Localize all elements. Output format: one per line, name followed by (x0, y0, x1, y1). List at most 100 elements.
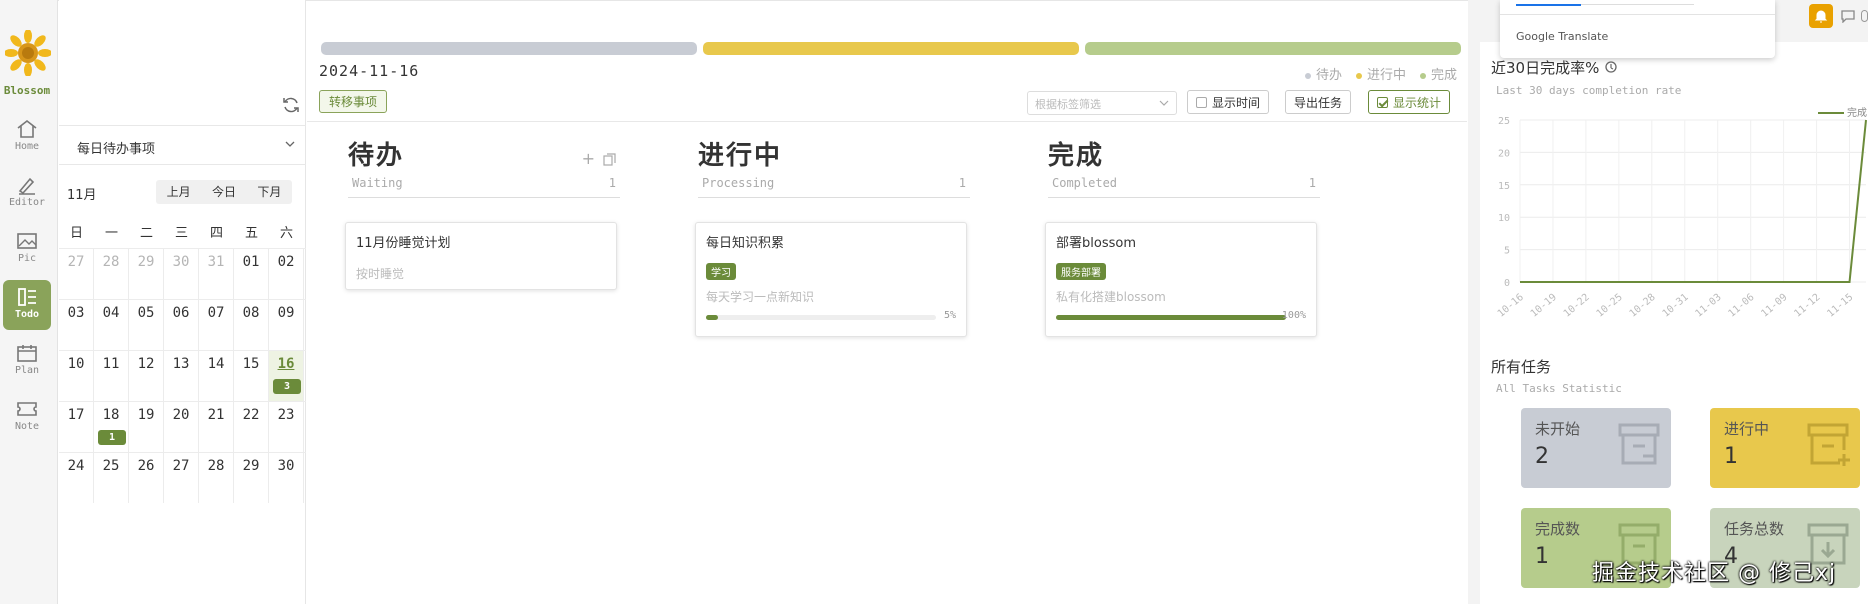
column-subtitle: Completed 1 (1048, 176, 1320, 198)
calendar-day[interactable]: 23 (269, 402, 304, 452)
column-title: 待办 (348, 141, 405, 171)
google-translate-popup[interactable]: Google Translate (1500, 0, 1775, 58)
card-tag: 学习 (706, 263, 736, 280)
progress-percent: 5% (943, 310, 956, 321)
calendar-day[interactable]: 29 (234, 453, 269, 503)
day-number: 28 (102, 254, 120, 270)
day-number: 23 (277, 407, 295, 423)
card-title: 11月份睡觉计划 (356, 236, 451, 251)
nav-editor[interactable]: Editor (3, 168, 51, 218)
task-card[interactable]: 部署blossom 服务部署 私有化搭建blossom 100% (1045, 222, 1317, 337)
progress-percent: 100% (1281, 310, 1306, 321)
status-bars (321, 42, 1461, 55)
popup-divider (1500, 14, 1775, 15)
calendar-day[interactable]: 24 (59, 453, 94, 503)
calendar-day[interactable]: 26 (129, 453, 164, 503)
x-tick-label: 10-22 (1562, 292, 1592, 320)
calendar-day[interactable]: 25 (94, 453, 129, 503)
info-icon[interactable] (1604, 60, 1618, 74)
next-month-button[interactable]: 下月 (247, 180, 292, 204)
month-toolbar: 11月 上月 今日 下月 (59, 178, 306, 206)
notification-button[interactable] (1809, 4, 1833, 28)
chart-title: 近30日完成率% (1491, 57, 1618, 78)
day-number: 21 (207, 407, 225, 423)
column-processing: 进行中 Processing 1 (698, 135, 970, 198)
day-number: 15 (242, 356, 260, 372)
calendar-day[interactable]: 17 (59, 402, 94, 452)
nav-todo[interactable]: Todo (3, 280, 51, 330)
calendar-day[interactable]: 18 1 (94, 402, 129, 452)
translate-progress (1516, 4, 1581, 6)
copy-icon[interactable] (603, 153, 616, 166)
calendar-day[interactable]: 28 (94, 249, 129, 299)
calendar-day[interactable]: 11 (94, 351, 129, 401)
day-number: 27 (172, 458, 190, 474)
task-card[interactable]: 每日知识积累 学习 每天学习一点新知识 5% (695, 222, 967, 337)
x-tick-label: 11-09 (1759, 292, 1789, 320)
task-card[interactable]: 11月份睡觉计划 按时睡觉 (345, 222, 617, 290)
checkbox-checked-icon (1377, 97, 1388, 108)
nav-home[interactable]: Home (3, 112, 51, 162)
add-icon[interactable]: + (582, 149, 595, 168)
calendar-day[interactable]: 15 (234, 351, 269, 401)
todo-type-select[interactable]: 每日待办事项 (59, 125, 306, 165)
y-tick-label: 0 (1504, 278, 1510, 289)
partial-icon[interactable] (1861, 10, 1868, 22)
today-button[interactable]: 今日 (201, 180, 246, 204)
calendar-day[interactable]: 04 (94, 300, 129, 350)
show-stats-checkbox[interactable]: 显示统计 (1368, 90, 1451, 114)
calendar-day[interactable]: 29 (129, 249, 164, 299)
calendar-day[interactable]: 22 (234, 402, 269, 452)
calendar-day[interactable]: 08 (234, 300, 269, 350)
calendar-day[interactable]: 31 (199, 249, 234, 299)
calendar-day[interactable]: 30 (269, 453, 304, 503)
calendar-day[interactable]: 09 (269, 300, 304, 350)
calendar-day[interactable]: 27 (59, 249, 94, 299)
day-number: 19 (137, 407, 155, 423)
calendar-day[interactable]: 02 (269, 249, 304, 299)
calendar-day[interactable]: 21 (199, 402, 234, 452)
day-number: 04 (102, 305, 120, 321)
calendar-day[interactable]: 03 (59, 300, 94, 350)
calendar-day[interactable]: 28 (199, 453, 234, 503)
progress-track (1056, 315, 1286, 320)
calendar-day[interactable]: 12 (129, 351, 164, 401)
nav-note[interactable]: Note (3, 392, 51, 442)
calendar-day[interactable]: 19 (129, 402, 164, 452)
calendar-week: 17 18 1 19 20 21 22 23 (59, 401, 306, 452)
transfer-button[interactable]: 转移事项 (319, 90, 388, 113)
calendar-day[interactable]: 30 (164, 249, 199, 299)
nav-pic[interactable]: Pic (3, 224, 51, 274)
todo-count-badge: 1 (98, 430, 126, 445)
day-number: 30 (277, 458, 295, 474)
watermark: 掘金技术社区 @ 修己xj (1592, 561, 1837, 586)
legend-dot (1419, 72, 1426, 79)
calendar-day[interactable]: 13 (164, 351, 199, 401)
series-line (1520, 119, 1867, 283)
show-time-checkbox[interactable]: 显示时间 (1187, 90, 1270, 114)
y-tick-label: 20 (1498, 148, 1510, 159)
x-tick-label: 10-28 (1628, 292, 1658, 320)
calendar-day[interactable]: 07 (199, 300, 234, 350)
google-translate-label: Google Translate (1516, 30, 1609, 43)
calendar-day[interactable]: 27 (164, 453, 199, 503)
calendar-day[interactable]: 16 3 (269, 351, 304, 401)
calendar-day[interactable]: 14 (199, 351, 234, 401)
day-number: 29 (137, 254, 155, 270)
bell-icon (1814, 10, 1828, 23)
export-button[interactable]: 导出任务 (1285, 90, 1352, 114)
calendar-day[interactable]: 10 (59, 351, 94, 401)
y-tick-label: 10 (1498, 213, 1510, 224)
calendar-day[interactable]: 05 (129, 300, 164, 350)
column-count: 1 (608, 176, 616, 190)
tag-filter-select[interactable]: 根据标签筛选 (1027, 91, 1177, 115)
day-number: 01 (242, 254, 260, 270)
refresh-icon[interactable] (281, 95, 301, 115)
prev-month-button[interactable]: 上月 (156, 180, 201, 204)
calendar-day[interactable]: 06 (164, 300, 199, 350)
chat-icon[interactable] (1840, 9, 1856, 23)
column-subtitle-text: Processing (702, 176, 775, 190)
calendar-day[interactable]: 01 (234, 249, 269, 299)
nav-plan[interactable]: Plan (3, 336, 51, 386)
calendar-day[interactable]: 20 (164, 402, 199, 452)
